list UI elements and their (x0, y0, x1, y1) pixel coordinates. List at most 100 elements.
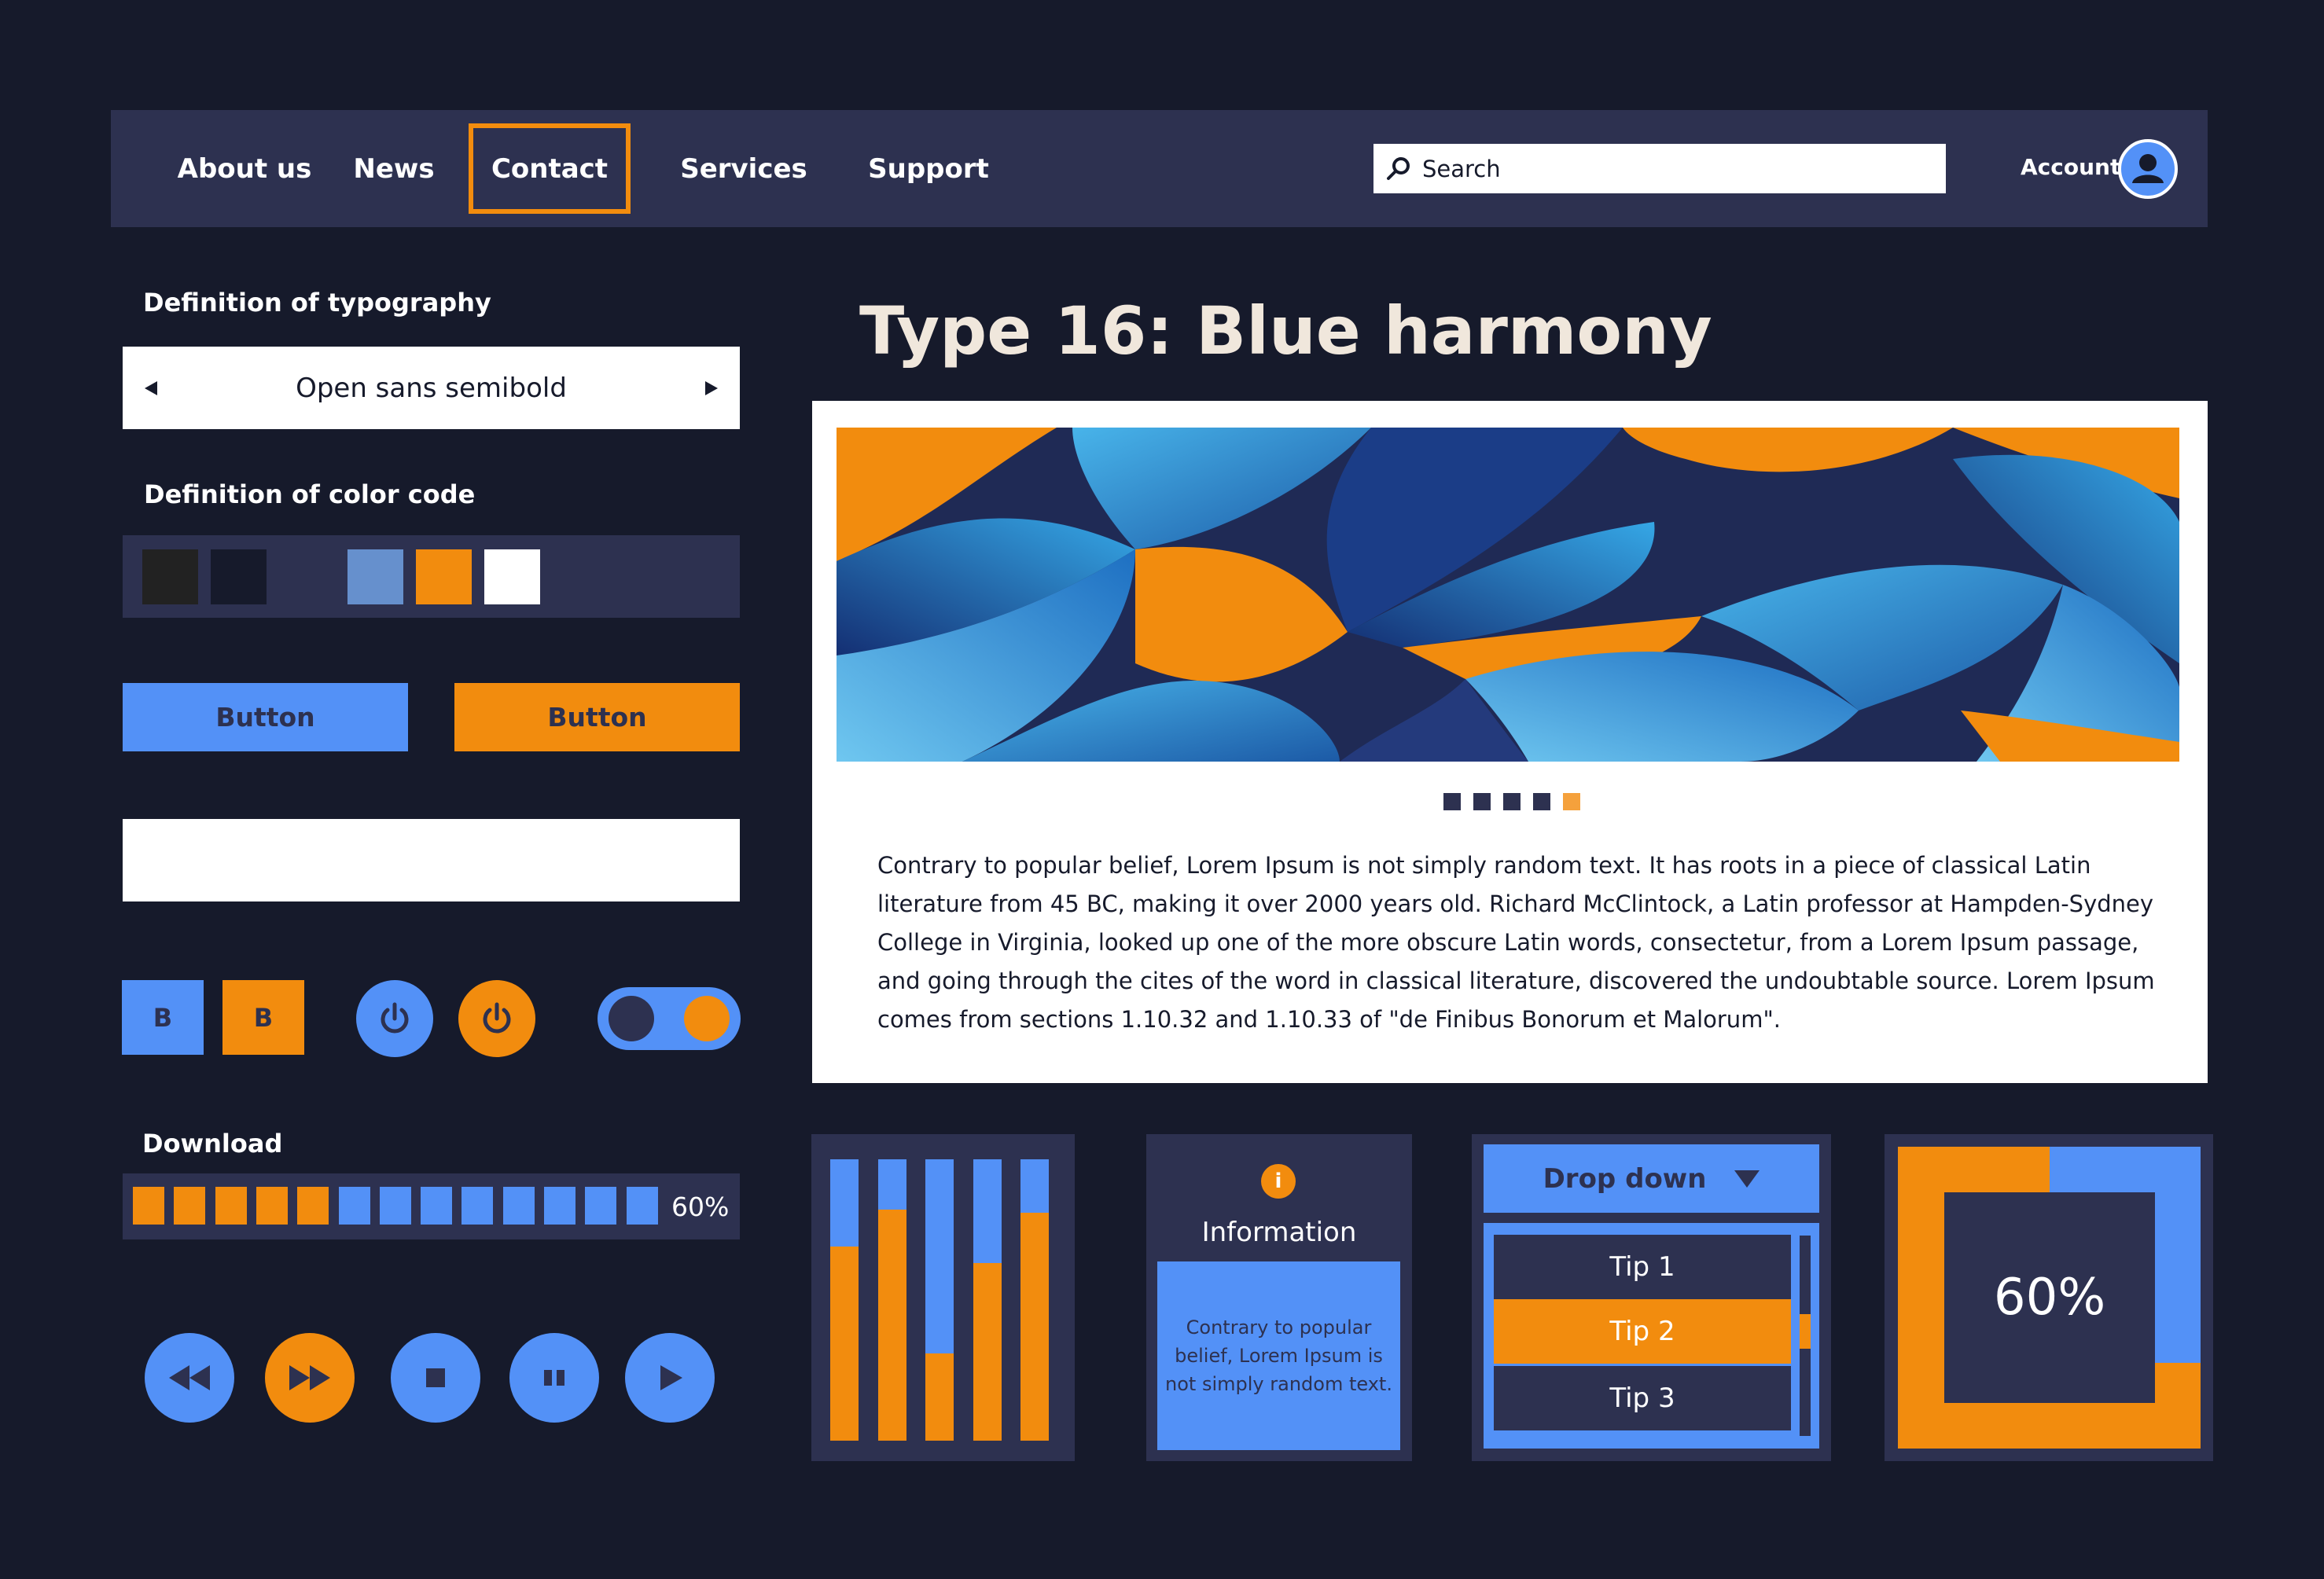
search-placeholder: Search (1422, 155, 1501, 182)
dropdown-toggle[interactable]: Drop down (1484, 1144, 1819, 1213)
progress-segment (421, 1187, 453, 1225)
bar-meter-fill (925, 1353, 954, 1441)
toggle-knob-on (684, 996, 730, 1041)
progress-segment (174, 1187, 206, 1225)
progress-segment (544, 1187, 575, 1225)
power-button-orange[interactable] (458, 980, 535, 1057)
progress-segment (338, 1187, 370, 1225)
bar-meter (830, 1159, 859, 1441)
information-panel: i Information Contrary to popular belief… (1146, 1134, 1412, 1461)
pause-icon (544, 1370, 564, 1386)
color-swatch[interactable] (416, 549, 472, 604)
power-icon (381, 1002, 409, 1034)
progress-segment (215, 1187, 247, 1225)
bar-meter (1020, 1159, 1049, 1441)
color-swatch[interactable] (211, 549, 267, 604)
bold-button-blue[interactable]: B (122, 980, 204, 1055)
dropdown-option-selected[interactable]: Tip 2 (1494, 1299, 1791, 1364)
bar-meter (973, 1159, 1002, 1441)
progress-segment (585, 1187, 617, 1225)
dropdown-panel: Drop down Tip 1 Tip 2 Tip 3 (1472, 1134, 1831, 1461)
text-field[interactable] (123, 819, 740, 901)
font-selector[interactable]: Open sans semibold (123, 347, 740, 429)
progress-segment (256, 1187, 288, 1225)
download-progress-bar: 60% (123, 1173, 740, 1239)
info-icon: i (1261, 1164, 1296, 1199)
dropdown-scrollbar[interactable] (1800, 1236, 1811, 1436)
info-body: Contrary to popular belief, Lorem Ipsum … (1157, 1261, 1400, 1450)
progress-segment (297, 1187, 329, 1225)
bar-meter (925, 1159, 954, 1441)
rewind-icon (169, 1365, 210, 1390)
avatar[interactable] (2118, 139, 2178, 199)
nav-contact[interactable]: Contact (469, 110, 631, 227)
bar-meter-fill (973, 1263, 1002, 1441)
body-paragraph: Contrary to popular belief, Lorem Ipsum … (877, 852, 2155, 1033)
fast-forward-icon (289, 1365, 330, 1390)
progress-segment (626, 1187, 658, 1225)
color-swatch[interactable] (279, 549, 335, 604)
play-icon (660, 1365, 682, 1390)
toggle-knob-off (609, 996, 654, 1041)
caret-down-icon (1734, 1170, 1760, 1188)
dropdown-list: Tip 1 Tip 2 Tip 3 (1484, 1223, 1819, 1449)
nav-support[interactable]: Support (842, 110, 1015, 227)
next-arrow-icon[interactable] (705, 380, 718, 395)
user-icon (2132, 154, 2164, 183)
download-heading: Download (142, 1129, 283, 1159)
carousel-dot[interactable] (1533, 793, 1550, 810)
page-title: Type 16: Blue harmony (859, 292, 1712, 369)
power-button-blue[interactable] (356, 980, 433, 1057)
gauge-value: 60% (1944, 1192, 2155, 1403)
bar-meter-fill (830, 1246, 859, 1441)
progress-segment (502, 1187, 535, 1225)
stop-button[interactable] (391, 1333, 480, 1423)
dropdown-option[interactable]: Tip 3 (1494, 1366, 1791, 1430)
toggle-switch[interactable] (598, 987, 741, 1050)
carousel-dot[interactable] (1503, 793, 1521, 810)
color-swatch[interactable] (142, 549, 198, 604)
bar-meter (877, 1159, 906, 1441)
font-selector-value: Open sans semibold (296, 372, 567, 404)
typography-heading: Definition of typography (143, 288, 491, 318)
nav-news[interactable]: News (339, 110, 449, 227)
bar-meter-fill (1020, 1213, 1049, 1441)
color-swatch-row (123, 535, 740, 618)
progress-segment (379, 1187, 411, 1225)
percent-gauge-panel: 60% (1885, 1134, 2213, 1461)
search-input[interactable]: Search (1373, 144, 1946, 193)
prev-arrow-icon[interactable] (145, 380, 157, 395)
abstract-pattern-image (837, 428, 2179, 762)
bar-meter-fill (877, 1210, 906, 1441)
color-swatch[interactable] (347, 549, 403, 604)
carousel-dot-active[interactable] (1563, 793, 1580, 810)
pause-button[interactable] (509, 1333, 599, 1423)
progress-segment (133, 1187, 164, 1225)
progress-percent: 60% (671, 1191, 730, 1222)
content-card: Contrary to popular belief, Lorem Ipsum … (812, 401, 2208, 1083)
info-title: Information (1201, 1217, 1357, 1248)
rewind-button[interactable] (145, 1333, 234, 1423)
bold-button-orange[interactable]: B (222, 980, 304, 1055)
gauge-frame: 60% (1898, 1147, 2201, 1449)
carousel-dot[interactable] (1473, 793, 1491, 810)
secondary-button[interactable]: Button (454, 683, 740, 751)
color-code-heading: Definition of color code (144, 479, 476, 509)
stop-icon (426, 1368, 445, 1387)
fast-forward-button[interactable] (265, 1333, 355, 1423)
search-icon (1387, 156, 1410, 180)
dropdown-label: Drop down (1543, 1162, 1707, 1195)
primary-button[interactable]: Button (123, 683, 408, 751)
scrollbar-thumb[interactable] (1800, 1314, 1811, 1349)
nav-about-us[interactable]: About us (158, 110, 331, 227)
hero-image (837, 428, 2179, 762)
carousel-dot[interactable] (1443, 793, 1461, 810)
color-swatch[interactable] (484, 549, 540, 604)
progress-segment (461, 1187, 494, 1225)
nav-services[interactable]: Services (653, 110, 834, 227)
play-button[interactable] (625, 1333, 715, 1423)
account-label[interactable]: Account (2021, 154, 2120, 180)
bar-meter-panel (811, 1134, 1075, 1461)
power-icon (483, 1002, 511, 1034)
dropdown-option[interactable]: Tip 1 (1494, 1235, 1791, 1299)
